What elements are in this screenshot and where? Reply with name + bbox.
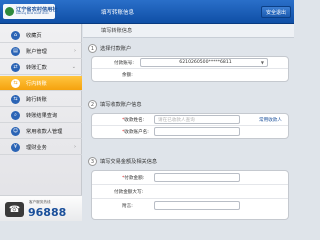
- sidebar: ⌂ 收藏页 ▤ 账户管理 › ⇄ 转账汇款 ⌄ ⇆ 行内转账 ⇆ 跨行转账 ⌕ …: [0, 24, 82, 221]
- sidebar-item-label: 理财业务: [26, 144, 47, 151]
- sidebar-item-home[interactable]: ⌂ 收藏页: [0, 28, 82, 43]
- finance-icon: ¥: [11, 142, 20, 152]
- result-query-icon: ⌕: [11, 110, 20, 120]
- payee-manage-icon: ☺: [11, 126, 20, 136]
- step-1-title: 1 选择付款账户: [88, 44, 131, 53]
- common-payee-button[interactable]: 常用收款人: [259, 117, 282, 123]
- remark-row: 附言:: [92, 199, 288, 213]
- sidebar-item-label: 转账结果查询: [26, 112, 58, 119]
- sidebar-item-inter-bank-transfer[interactable]: ⇆ 跨行转账: [0, 92, 82, 107]
- sidebar-item-label: 账户管理: [26, 48, 47, 55]
- sidebar-item-label: 行内转账: [26, 80, 47, 87]
- chevron-down-icon: ⌄: [71, 64, 76, 70]
- chevron-right-icon: ›: [74, 144, 76, 150]
- payee-account-row: *收款账户名:: [92, 126, 288, 138]
- payer-account-row: 付款账号: 6210260500*****6811 ▼: [92, 57, 288, 69]
- payer-account-select[interactable]: 6210260500*****6811 ▼: [140, 58, 268, 67]
- payer-account-card: 付款账号: 6210260500*****6811 ▼ 余额:: [91, 56, 289, 82]
- step-2-title: 2 填写收款账户信息: [88, 100, 142, 109]
- sidebar-item-label: 跨行转账: [26, 96, 47, 103]
- home-icon: ⌂: [11, 30, 20, 40]
- step-number: 1: [88, 44, 97, 53]
- payee-name-input[interactable]: 请在已收款人查询: [154, 115, 240, 124]
- step-number: 3: [88, 157, 97, 166]
- sidebar-item-label: 收藏页: [26, 32, 42, 39]
- sidebar-item-finance[interactable]: ¥ 理财业务 ›: [0, 140, 82, 155]
- sidebar-item-account[interactable]: ▤ 账户管理 ›: [0, 44, 82, 59]
- bank-name-en: Liaoning Rural Credit Union: [16, 11, 49, 15]
- main-heading: 填写转账信息: [83, 24, 294, 38]
- sidebar-item-result-query[interactable]: ⌕ 转账结果查询: [0, 108, 82, 123]
- inter-bank-transfer-icon: ⇆: [11, 94, 20, 104]
- hotline-label: 客户服务热线: [29, 200, 51, 204]
- phone-icon: ☎: [5, 202, 24, 217]
- step-3-title: 3 填写交易金额及相关信息: [88, 157, 157, 166]
- payee-card: *收款姓名: 请在已收款人查询 常用收款人 *收款账户名:: [91, 113, 289, 139]
- sidebar-item-payee-manage[interactable]: ☺ 常用收款人管理: [0, 124, 82, 139]
- balance-row: 余额:: [122, 73, 133, 78]
- main-content: 填写转账信息 1 选择付款账户 付款账号: 6210260500*****681…: [83, 24, 294, 221]
- page-title: 填写转账信息: [101, 10, 135, 16]
- sidebar-item-label: 常用收款人管理: [26, 128, 63, 135]
- top-bar: 辽宁省农村信用社 Liaoning Rural Credit Union 填写转…: [0, 0, 294, 24]
- hotline-number: 96888: [28, 206, 67, 219]
- bank-logo-icon: [5, 7, 14, 16]
- account-icon: ▤: [11, 46, 20, 56]
- dropdown-icon: ▼: [260, 60, 264, 65]
- amount-input[interactable]: [154, 173, 240, 182]
- hotline-panel: ☎ 客户服务热线 96888: [0, 195, 82, 221]
- step-number: 2: [88, 100, 97, 109]
- sidebar-item-transfer[interactable]: ⇄ 转账汇款 ⌄: [0, 60, 82, 75]
- sidebar-item-label: 转账汇款: [26, 64, 47, 71]
- sidebar-item-in-bank-transfer[interactable]: ⇆ 行内转账: [0, 76, 82, 91]
- amount-row: *付款金额:: [92, 171, 288, 185]
- transaction-card: *付款金额: 付款金额大写: 附言:: [91, 170, 289, 220]
- payee-account-input[interactable]: [154, 127, 240, 136]
- chevron-right-icon: ›: [74, 48, 76, 54]
- logout-button[interactable]: 安全退出: [261, 6, 291, 18]
- in-bank-transfer-icon: ⇆: [11, 78, 20, 88]
- transfer-icon: ⇄: [11, 62, 20, 72]
- amount-upper-row: 付款金额大写:: [92, 185, 288, 199]
- payee-name-row: *收款姓名: 请在已收款人查询 常用收款人: [92, 114, 288, 126]
- remark-input[interactable]: [154, 201, 240, 210]
- bank-logo: 辽宁省农村信用社 Liaoning Rural Credit Union: [3, 4, 58, 19]
